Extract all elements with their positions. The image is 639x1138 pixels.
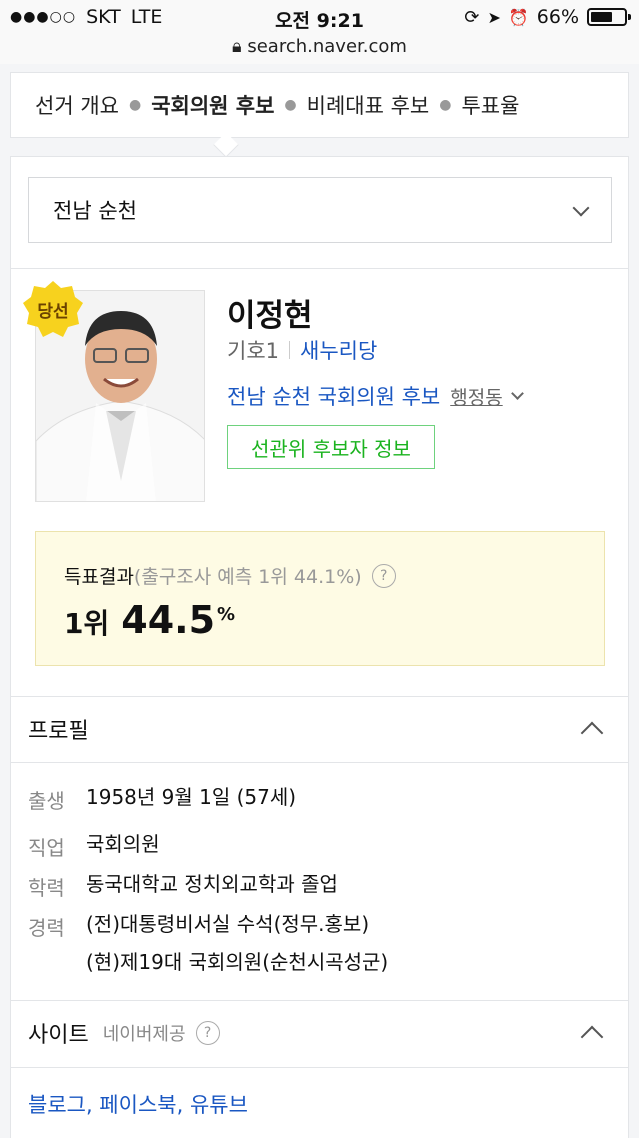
- district-link[interactable]: 전남 순천 국회의원 후보: [227, 381, 440, 411]
- alarm-icon: ⏰: [508, 7, 529, 27]
- profile-value: 동국대학교 정치외교학과 졸업: [86, 872, 338, 896]
- exit-poll-text: (출구조사 예측 1위 44.1%): [133, 566, 362, 588]
- site-provider: 네이버제공: [102, 1024, 186, 1045]
- help-icon[interactable]: ?: [371, 563, 396, 588]
- nec-candidate-info-button[interactable]: 선관위 후보자 정보: [227, 425, 435, 469]
- chevron-up-icon[interactable]: [580, 721, 604, 745]
- tab-turnout[interactable]: 투표율: [461, 90, 519, 120]
- tab-separator: ●: [439, 97, 452, 113]
- result-rank: 1위: [64, 607, 110, 640]
- election-tabs: 선거 개요 ● 국회의원 후보 ● 비례대표 후보 ● 투표율: [10, 72, 629, 138]
- result-percent-unit: %: [217, 604, 236, 625]
- candidate-name: 이정현: [227, 298, 313, 334]
- separator: [289, 341, 291, 359]
- vote-result-box: 득표결과 (출구조사 예측 1위 44.1%) ? 1위 44.5 %: [35, 531, 605, 666]
- profile-label: 학력: [28, 876, 65, 900]
- lock-icon: 🔒︎: [232, 36, 242, 57]
- divider: [11, 1067, 628, 1068]
- battery-percent: 66%: [536, 6, 579, 28]
- divider: [11, 762, 628, 763]
- tab-separator: ●: [284, 97, 297, 113]
- tab-national-assembly-candidates[interactable]: 국회의원 후보: [151, 90, 274, 120]
- region-select[interactable]: 전남 순천: [28, 177, 612, 243]
- rotation-lock-icon: ⟳: [464, 6, 480, 28]
- profile-value: 1958년 9월 1일 (57세): [86, 785, 297, 809]
- party-link[interactable]: 새누리당: [300, 335, 377, 365]
- profile-value: (현)제19대 국회의원(순천시곡성군): [86, 950, 389, 974]
- profile-value: 국회의원: [86, 832, 160, 856]
- chevron-up-icon[interactable]: [580, 1025, 604, 1049]
- tab-election-overview[interactable]: 선거 개요: [35, 90, 119, 120]
- profile-label: 출생: [28, 789, 65, 813]
- tab-proportional-candidates[interactable]: 비례대표 후보: [307, 90, 430, 120]
- tab-separator: ●: [128, 97, 142, 113]
- admin-dong-link[interactable]: 행정동: [450, 383, 502, 410]
- region-select-value: 전남 순천: [53, 199, 137, 223]
- url-text: search.naver.com: [247, 36, 407, 57]
- status-bar: ●●●○○ SKT LTE 오전 9:21 ⟳ ➤ ⏰ 66% 🔒︎ searc…: [0, 0, 639, 64]
- site-title-row: 사이트 네이버제공 ?: [28, 1017, 220, 1049]
- site-links[interactable]: 블로그, 페이스북, 유튜브: [28, 1089, 248, 1119]
- divider: [11, 268, 628, 269]
- candidate-number: 기호1: [227, 339, 280, 363]
- profile-label: 경력: [28, 916, 65, 940]
- vote-result-label: 득표결과: [64, 566, 134, 588]
- location-icon: ➤: [487, 7, 501, 27]
- chevron-down-icon: [572, 199, 590, 217]
- profile-row-birth: 출생 1958년 9월 1일 (57세): [28, 785, 296, 814]
- candidate-district: 전남 순천 국회의원 후보 행정동: [227, 381, 524, 411]
- profile-title: 프로필: [28, 719, 89, 744]
- divider: [11, 696, 628, 697]
- battery-icon: [587, 8, 631, 26]
- profile-row-job: 직업 국회의원: [28, 832, 160, 861]
- divider: [11, 1000, 628, 1001]
- profile-label: 직업: [28, 836, 65, 860]
- candidate-number-party: 기호1 새누리당: [227, 335, 377, 365]
- elected-badge-label: 당선: [37, 302, 69, 322]
- profile-row-education: 학력 동국대학교 정치외교학과 졸업: [28, 872, 338, 901]
- profile-row-career: 경력 (전)대통령비서실 수석(정무.홍보) (현)제19대 국회의원(순천시곡…: [28, 912, 388, 974]
- candidate-card: 전남 순천 당선 이정현 기호1 새누리당 전남 순천 국회의원 후보 행정동 …: [10, 156, 629, 1138]
- chevron-down-icon[interactable]: [510, 387, 524, 400]
- address-bar[interactable]: 🔒︎ search.naver.com: [0, 36, 639, 57]
- site-title: 사이트: [28, 1023, 89, 1048]
- result-percent: 44.5: [121, 598, 216, 642]
- profile-value: (전)대통령비서실 수석(정무.홍보): [86, 912, 370, 936]
- help-icon[interactable]: ?: [195, 1021, 220, 1045]
